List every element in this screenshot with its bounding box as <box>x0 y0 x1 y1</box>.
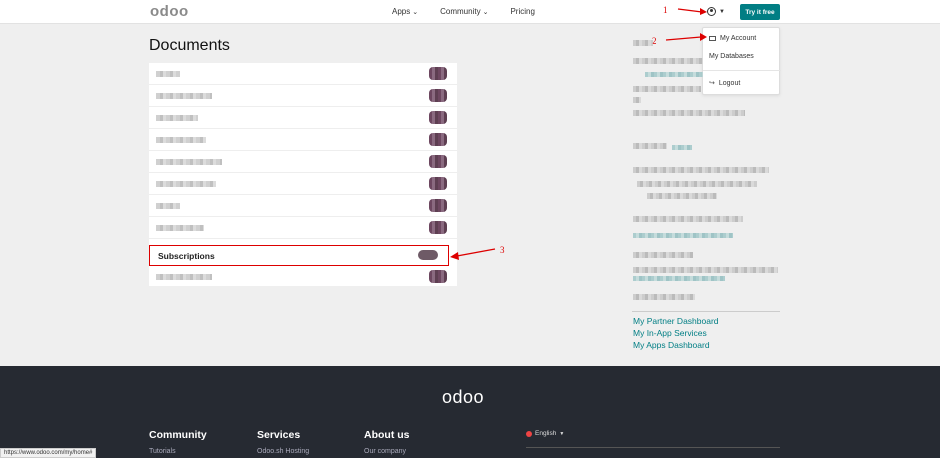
blurred-count-badge <box>429 199 447 212</box>
document-row[interactable] <box>149 173 457 195</box>
logout-icon: ↪ <box>709 80 715 87</box>
document-row[interactable] <box>149 107 457 129</box>
document-row[interactable] <box>149 195 457 217</box>
footer-heading-about-us: About us <box>364 429 410 441</box>
annotation-arrow-3 <box>450 248 496 260</box>
blurred-label <box>156 137 206 143</box>
odoo-logo[interactable]: odoo <box>150 3 189 20</box>
blurred-text <box>633 58 703 64</box>
blurred-count-badge <box>429 133 447 146</box>
flag-icon <box>526 430 532 437</box>
status-bar-url: https://www.odoo.com/my/home# <box>0 448 97 458</box>
document-row[interactable] <box>149 217 457 239</box>
menu-item-my-account[interactable]: My Account <box>709 35 756 42</box>
chevron-down-icon: ⌄ <box>482 8 489 16</box>
footer-logo[interactable]: odoo <box>442 387 484 408</box>
blurred-text <box>633 267 778 273</box>
document-row[interactable] <box>149 266 457 288</box>
blurred-text <box>633 97 641 103</box>
blurred-link <box>633 233 733 238</box>
link-my-in-app-services[interactable]: My In-App Services <box>633 328 707 338</box>
blurred-label <box>156 203 180 209</box>
blurred-count-badge <box>429 270 447 283</box>
blurred-count-badge <box>429 67 447 80</box>
menu-item-my-databases-label: My Databases <box>709 53 754 60</box>
nav-pricing-label: Pricing <box>510 7 535 16</box>
blurred-count-badge <box>429 221 447 234</box>
blurred-text <box>633 252 693 258</box>
site-footer: odoo Community Tutorials Services Odoo.s… <box>0 366 940 458</box>
annotation-arrow-1 <box>677 8 707 15</box>
blurred-text <box>633 294 695 300</box>
subscriptions-count-badge <box>418 250 438 260</box>
footer-heading-services: Services <box>257 429 301 441</box>
link-my-partner-dashboard[interactable]: My Partner Dashboard <box>633 316 719 326</box>
nav-community[interactable]: Community ⌄ <box>440 7 488 16</box>
blurred-text <box>633 110 745 116</box>
chevron-down-icon: ⌄ <box>412 8 419 16</box>
blurred-text <box>633 167 769 173</box>
blurred-link <box>645 72 703 77</box>
nav-apps[interactable]: Apps ⌄ <box>392 7 418 16</box>
top-navbar: odoo Apps ⌄ Community ⌄ Pricing ▼ Try it… <box>0 0 940 24</box>
blurred-label <box>156 71 180 77</box>
sidebar-divider <box>632 311 780 312</box>
blurred-text <box>633 86 701 92</box>
user-menu-button[interactable]: ▼ <box>707 7 725 16</box>
blurred-text <box>633 216 743 222</box>
blurred-link <box>633 276 725 281</box>
blurred-label <box>156 115 198 121</box>
menu-item-my-account-label: My Account <box>720 35 757 42</box>
blurred-label <box>156 93 212 99</box>
blurred-label <box>156 181 216 187</box>
menu-item-my-databases[interactable]: My Databases <box>709 53 754 60</box>
blurred-count-badge <box>429 177 447 190</box>
blurred-text <box>637 181 757 187</box>
caret-down-icon: ▼ <box>719 8 725 15</box>
caret-down-icon: ▼ <box>559 430 565 437</box>
documents-list: Subscriptions <box>149 63 457 286</box>
blurred-text <box>633 40 653 46</box>
blurred-text <box>647 193 717 199</box>
link-my-apps-dashboard[interactable]: My Apps Dashboard <box>633 340 710 350</box>
blurred-label <box>156 225 204 231</box>
annotation-arrow-2 <box>665 33 707 41</box>
document-row[interactable] <box>149 151 457 173</box>
footer-heading-community: Community <box>149 429 207 441</box>
blurred-label <box>156 159 222 165</box>
try-it-free-button[interactable]: Try it free <box>740 4 780 20</box>
nav-community-label: Community <box>440 7 481 16</box>
main-menu: Apps ⌄ Community ⌄ Pricing <box>392 7 535 16</box>
menu-item-logout[interactable]: ↪ Logout <box>709 79 741 88</box>
footer-link-odoo-sh-hosting[interactable]: Odoo.sh Hosting <box>257 448 309 455</box>
subscriptions-row[interactable]: Subscriptions <box>149 245 449 266</box>
language-selector[interactable]: English ▼ <box>526 430 564 437</box>
document-row[interactable] <box>149 63 457 85</box>
page-title: Documents <box>149 37 230 54</box>
annotation-number-3: 3 <box>500 245 505 255</box>
footer-link-tutorials[interactable]: Tutorials <box>149 448 176 455</box>
language-label: English <box>535 430 557 437</box>
document-row[interactable] <box>149 129 457 151</box>
footer-link-our-company[interactable]: Our company <box>364 448 406 455</box>
blurred-count-badge <box>429 155 447 168</box>
blurred-label <box>156 274 212 280</box>
nav-apps-label: Apps <box>392 7 411 16</box>
subscriptions-label: Subscriptions <box>158 251 215 261</box>
menu-divider <box>703 70 781 71</box>
blurred-link <box>672 145 692 150</box>
menu-item-logout-label: Logout <box>718 79 741 87</box>
user-avatar-icon <box>707 7 716 16</box>
annotation-number-1: 1 <box>663 5 668 15</box>
blurred-count-badge <box>429 111 447 124</box>
footer-divider <box>526 447 780 448</box>
blurred-text <box>633 143 667 149</box>
blurred-count-badge <box>429 89 447 102</box>
account-card-icon <box>709 36 716 41</box>
nav-pricing[interactable]: Pricing <box>510 7 534 16</box>
document-row[interactable] <box>149 85 457 107</box>
user-dropdown-menu: My Account My Databases ↪ Logout <box>702 27 781 95</box>
